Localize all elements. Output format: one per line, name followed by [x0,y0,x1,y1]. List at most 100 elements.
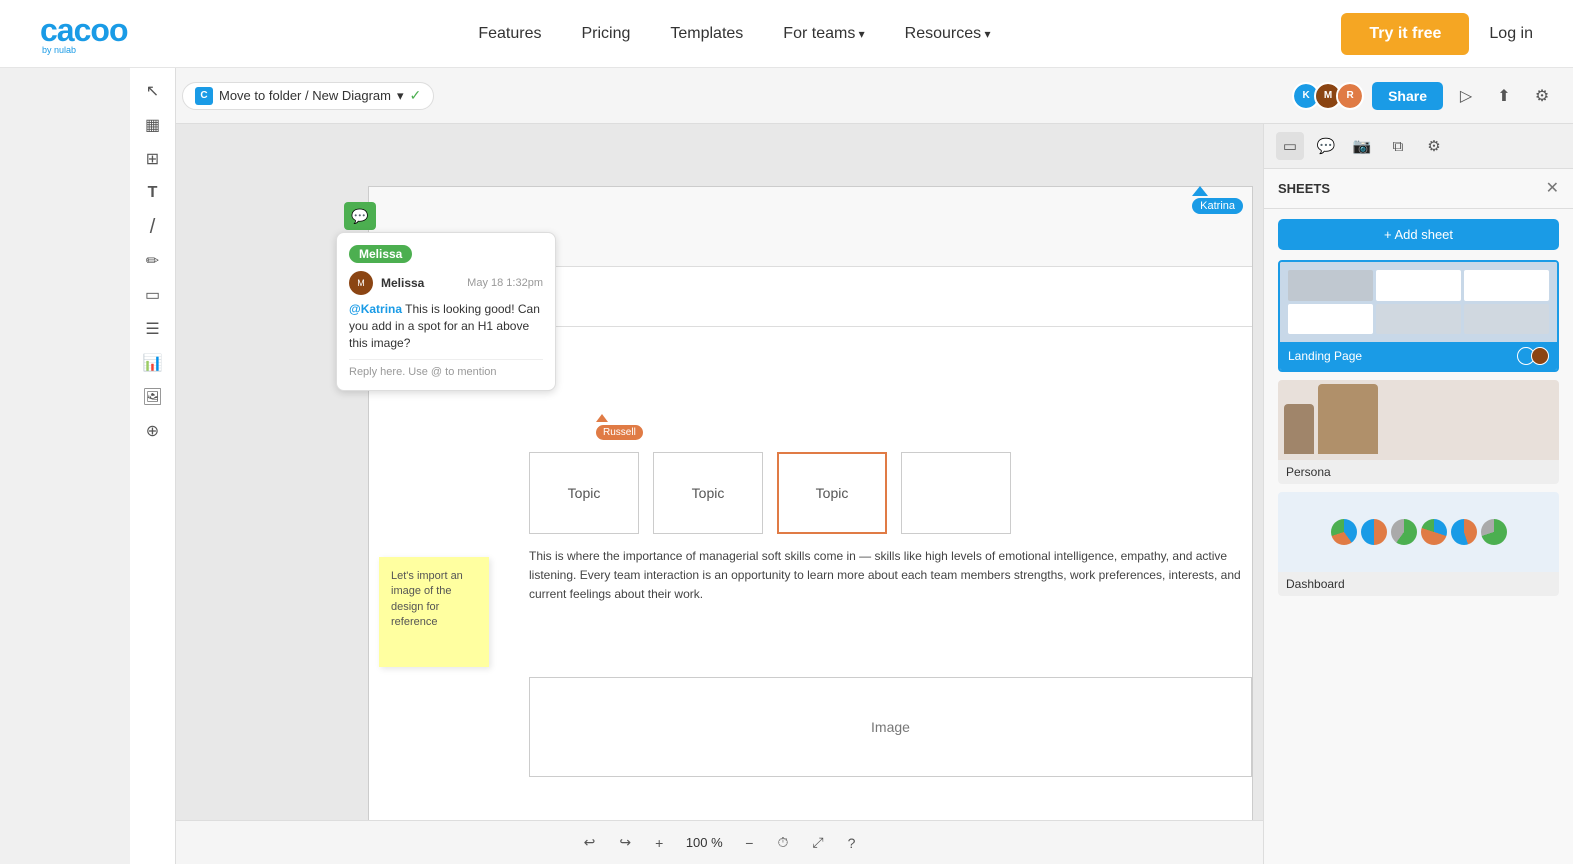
breadcrumb-arrow-icon: ▾ [397,88,404,104]
topbar-left: ‹ C Move to folder / New Diagram ▾ ✓ [146,82,434,110]
login-button[interactable]: Log in [1489,25,1533,43]
fit-button[interactable]: ⤢ [804,830,831,855]
chart-tool[interactable]: 📊 [138,348,168,378]
export-button[interactable]: ⬆ [1489,81,1519,111]
comment-header: M Melissa May 18 1:32pm [349,271,543,295]
sheets-header: SHEETS ✕ [1264,168,1573,209]
frame-tool[interactable]: ▭ [138,280,168,310]
main-area: ↖ ▦ ⊞ T / ✏ ▭ ☰ 📊 🖼 ⊕ ‹ C Move to folder… [0,68,1573,864]
topic-box-3: Topic [777,452,887,534]
grid-tool[interactable]: ⊞ [138,144,168,174]
comment-author-tag: Melissa [349,245,412,263]
plugin-tool[interactable]: ⊕ [138,416,168,446]
comment-mention: @Katrina [349,302,402,316]
body-text: This is where the importance of manageri… [529,547,1242,605]
canvas-content[interactable]: ▭ 💬 📷 ⧉ ⚙ SHEETS ✕ + Add sheet [176,124,1573,864]
sheet-grid [1280,262,1557,342]
sheet-landing-thumb [1280,262,1557,342]
breadcrumb[interactable]: C Move to folder / New Diagram ▾ ✓ [182,82,434,110]
help-button[interactable]: ? [840,831,864,855]
comment-bubble: 💬 Melissa M Melissa May 18 1:32pm @Katri… [336,202,556,391]
canvas-wrapper: ‹ C Move to folder / New Diagram ▾ ✓ K M [130,68,1573,864]
topic-box-1: Topic [529,452,639,534]
sheets-close-button[interactable]: ✕ [1546,178,1559,198]
left-sidebar: ↖ ▦ ⊞ T / ✏ ▭ ☰ 📊 🖼 ⊕ [130,68,176,864]
cursor-label-katrina: Katrina [1192,198,1243,214]
right-panel-tabs: ▭ 💬 📷 ⧉ ⚙ [1263,124,1573,169]
cursor-label-russell: Russell [596,425,643,440]
avatar-3: R [1336,82,1364,110]
canvas-topbar: ‹ C Move to folder / New Diagram ▾ ✓ K M [130,68,1573,124]
sheet-persona-name: Persona [1286,465,1331,479]
canvas-inner: ▭ 💬 📷 ⧉ ⚙ SHEETS ✕ + Add sheet [176,124,1573,864]
share-button[interactable]: Share [1372,82,1443,110]
undo-button[interactable]: ↩ [576,830,604,855]
cursor-arrow-katrina [1192,186,1208,196]
tab-copy-icon[interactable]: ⧉ [1384,132,1412,160]
sheets-title: SHEETS [1278,181,1330,196]
comment-card: Melissa M Melissa May 18 1:32pm @Katrina… [336,232,556,391]
tab-pages-icon[interactable]: ▭ [1276,132,1304,160]
play-button[interactable]: ▷ [1451,81,1481,111]
navbar: cacoo by nulab Features Pricing Template… [0,0,1573,68]
zoom-out-button[interactable]: − [737,831,761,855]
topic-box-4 [901,452,1011,534]
nav-for-teams[interactable]: For teams [783,25,864,43]
check-icon: ✓ [409,87,421,104]
nav-pricing[interactable]: Pricing [581,25,630,43]
settings-topbar-button[interactable]: ⚙ [1527,81,1557,111]
avatar-group: K M R [1292,82,1364,110]
nav-links: Features Pricing Templates For teams Res… [478,25,990,43]
zoom-level: 100 % [679,835,729,850]
logo-text: cacoo [40,12,127,49]
nav-actions: Try it free Log in [1341,13,1533,55]
tab-comment-icon[interactable]: 💬 [1312,132,1340,160]
breadcrumb-text: Move to folder / New Diagram [219,88,391,103]
comment-icon[interactable]: 💬 [344,202,376,230]
text-tool[interactable]: T [138,178,168,208]
image-tool[interactable]: 🖼 [138,382,168,412]
sheet-persona[interactable]: Persona [1278,380,1559,484]
cursor-arrow-russell [596,414,608,422]
sheet-landing-footer: Landing Page [1280,342,1557,370]
sheet-landing-name: Landing Page [1288,349,1362,363]
topic-box-2: Topic [653,452,763,534]
tab-settings-icon[interactable]: ⚙ [1420,132,1448,160]
tab-video-icon[interactable]: 📷 [1348,132,1376,160]
cacoo-icon: C [195,87,213,105]
topbar-right: K M R Share ▷ ⬆ ⚙ [1292,81,1557,111]
cursor-tool[interactable]: ↖ [138,76,168,106]
sheet-dashboard-thumb [1278,492,1559,572]
sticky-note[interactable]: Let's import an image of the design for … [379,557,489,667]
sheet-dashboard-footer: Dashboard [1278,572,1559,596]
right-panel: SHEETS ✕ + Add sheet [1263,168,1573,864]
sheet-landing-page[interactable]: Landing Page [1278,260,1559,372]
add-button[interactable]: + [647,831,671,855]
topic-row: Topic Topic Topic [529,452,1011,534]
pencil-tool[interactable]: ✏ [138,246,168,276]
sheet-landing-avatars [1521,347,1549,365]
try-free-button[interactable]: Try it free [1341,13,1469,55]
nav-templates[interactable]: Templates [670,25,743,43]
comment-time: May 18 1:32pm [467,277,543,289]
cursor-katrina: Katrina [1192,186,1243,214]
comment-reply-area[interactable]: Reply here. Use @ to mention [349,359,543,378]
sheet-dashboard-name: Dashboard [1286,577,1345,591]
comment-avatar: M [349,271,373,295]
list-tool[interactable]: ☰ [138,314,168,344]
logo-sub: by nulab [42,45,76,55]
logo[interactable]: cacoo by nulab [40,12,127,55]
nav-features[interactable]: Features [478,25,541,43]
comment-name: Melissa [381,276,424,290]
sheet-dashboard[interactable]: Dashboard [1278,492,1559,596]
image-placeholder: Image [529,677,1252,777]
sheet-persona-thumb [1278,380,1559,460]
redo-button[interactable]: ↪ [611,830,639,855]
table-tool[interactable]: ▦ [138,110,168,140]
cursor-russell: Russell [596,414,643,440]
nav-resources[interactable]: Resources [905,25,991,43]
add-sheet-button[interactable]: + Add sheet [1278,219,1559,250]
line-tool[interactable]: / [138,212,168,242]
history-button[interactable]: ⏱ [769,830,796,855]
sheet-persona-footer: Persona [1278,460,1559,484]
